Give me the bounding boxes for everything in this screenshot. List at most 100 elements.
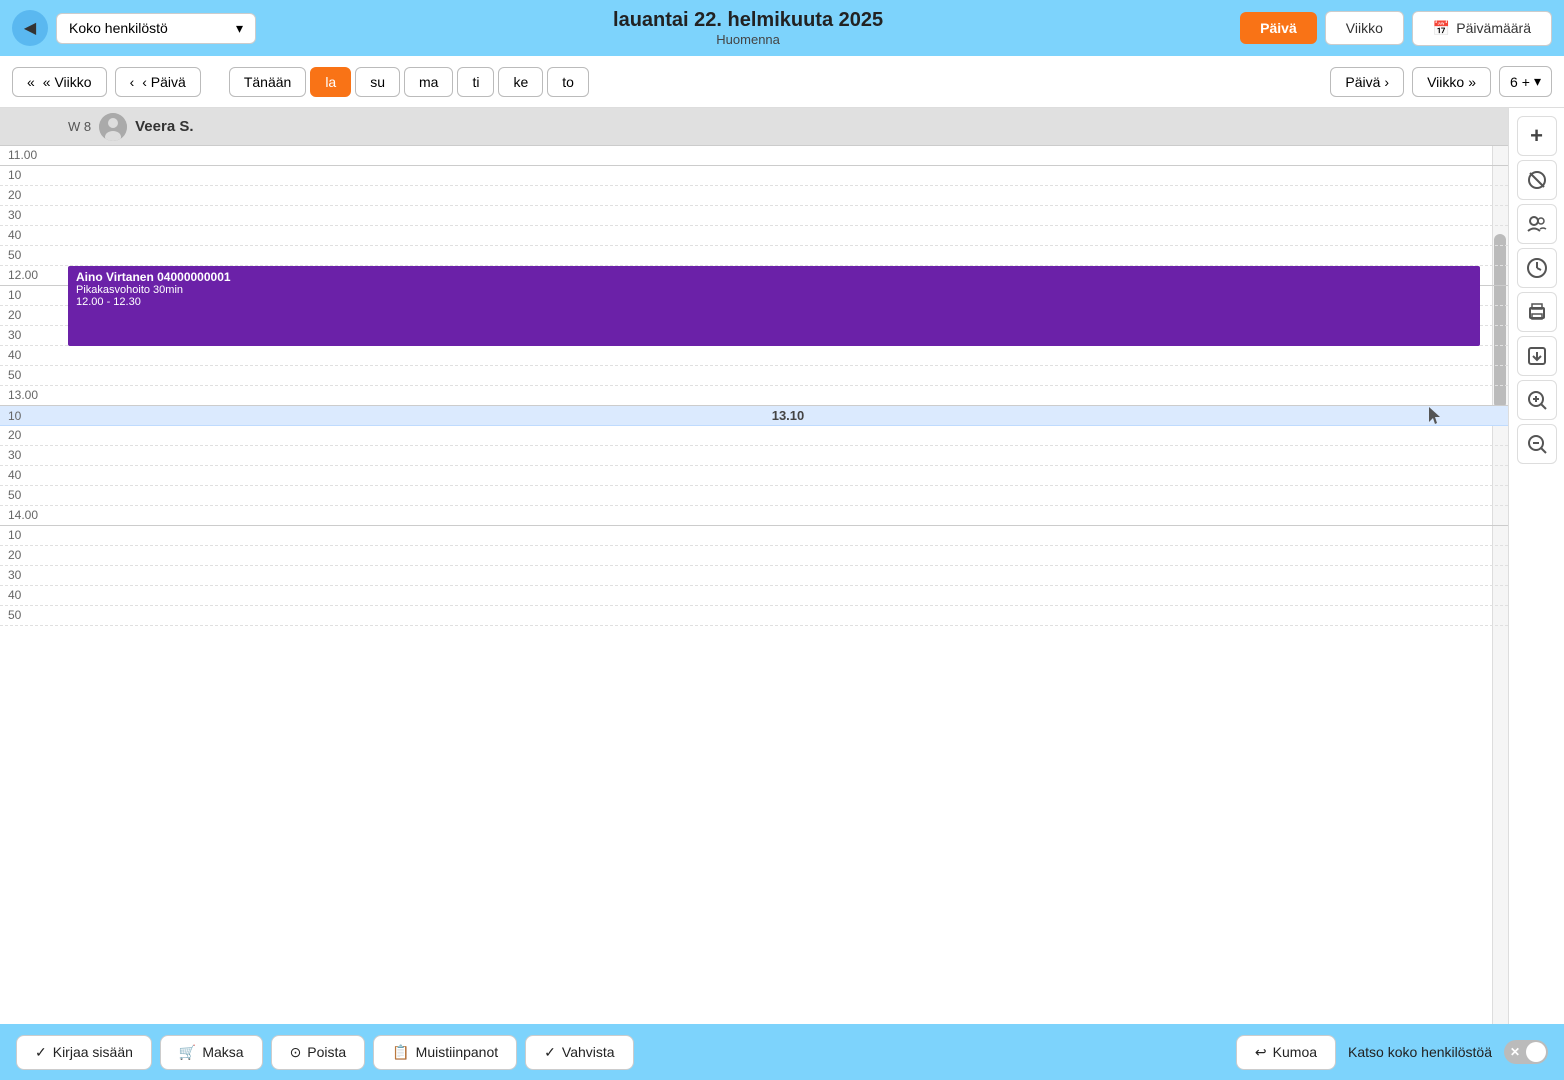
calendar-icon: 📅: [1433, 20, 1450, 37]
staff-dropdown[interactable]: Koko henkilöstö ▾: [56, 13, 256, 44]
time-cell-1440[interactable]: [68, 586, 1508, 605]
toggle-x-icon: ✕: [1510, 1045, 1520, 1059]
week-label: W 8: [68, 119, 91, 134]
time-row-1420: 20: [0, 546, 1508, 566]
time-row-1120: 20: [0, 186, 1508, 206]
double-right-icon: »: [1468, 74, 1476, 90]
person-header: Veera S.: [99, 113, 193, 141]
paiva-fwd-label: Päivä: [1345, 74, 1380, 90]
tab-tanaan[interactable]: Tänään: [229, 67, 306, 97]
appointment-name: Aino Virtanen 04000000001: [76, 270, 1472, 284]
viikko-back-button[interactable]: « « Viikko: [12, 67, 107, 97]
time-label-1130: 30: [0, 206, 68, 225]
time-label-1350: 50: [0, 486, 68, 505]
toggle-thumb: [1526, 1042, 1546, 1062]
time-cell-1410[interactable]: [68, 526, 1508, 545]
kumoa-label: Kumoa: [1273, 1044, 1317, 1060]
kumoa-button[interactable]: ↩ Kumoa: [1236, 1035, 1336, 1070]
num-dropdown-icon: ▾: [1534, 73, 1541, 90]
time-row-1250: 50: [0, 366, 1508, 386]
paivamaara-button[interactable]: 📅 Päivämäärä: [1412, 11, 1552, 46]
poista-button[interactable]: ⊙ Poista: [271, 1035, 366, 1070]
time-grid[interactable]: 11.00 10 20 30 40: [0, 146, 1508, 1024]
time-cell-1350[interactable]: [68, 486, 1508, 505]
time-cell-1110[interactable]: [68, 166, 1508, 185]
time-cell-1240[interactable]: [68, 346, 1508, 365]
time-label-1450: 50: [0, 606, 68, 625]
viikko-fwd-button[interactable]: Viikko »: [1412, 67, 1491, 97]
time-cell-1400[interactable]: [68, 506, 1508, 525]
time-row-1130: 30: [0, 206, 1508, 226]
zoom-out-button[interactable]: [1517, 424, 1557, 464]
appointment-block[interactable]: Aino Virtanen 04000000001 Pikakasvohoito…: [68, 266, 1480, 346]
time-cell-1450[interactable]: [68, 606, 1508, 625]
time-label-1440: 40: [0, 586, 68, 605]
left-icon: ‹: [130, 74, 135, 90]
time-cell-1430[interactable]: [68, 566, 1508, 585]
time-row-1320: 20: [0, 426, 1508, 446]
right-icon: ›: [1384, 74, 1389, 90]
time-cell-1330[interactable]: [68, 446, 1508, 465]
time-cell-1320[interactable]: [68, 426, 1508, 445]
time-label-1240: 40: [0, 346, 68, 365]
viikko-button[interactable]: Viikko: [1325, 11, 1404, 45]
cart-icon: 🛒: [179, 1044, 196, 1061]
zoom-in-button[interactable]: [1517, 380, 1557, 420]
time-cell-1340[interactable]: [68, 466, 1508, 485]
time-label-1140: 40: [0, 226, 68, 245]
tab-to[interactable]: to: [547, 67, 589, 97]
undo-icon: ↩: [1255, 1044, 1267, 1061]
time-cell-1130[interactable]: [68, 206, 1508, 225]
time-cell-1420[interactable]: [68, 546, 1508, 565]
tab-ke[interactable]: ke: [498, 67, 543, 97]
time-row-1240: 40: [0, 346, 1508, 366]
time-cell-1150[interactable]: [68, 246, 1508, 265]
main-area: W 8 Veera S.: [0, 108, 1564, 1024]
time-row-1300: 13.00: [0, 386, 1508, 406]
time-row-1410: 10: [0, 526, 1508, 546]
week-header: W 8 Veera S.: [0, 108, 1508, 146]
back-button[interactable]: ◀: [12, 10, 48, 46]
num-button[interactable]: 6 + ▾: [1499, 66, 1552, 97]
trash-icon: ⊙: [290, 1044, 302, 1061]
paiva-back-button[interactable]: ‹ ‹ Päivä: [115, 67, 201, 97]
tab-su[interactable]: su: [355, 67, 400, 97]
time-cell-1250[interactable]: [68, 366, 1508, 385]
time-label-1340: 40: [0, 466, 68, 485]
paivamaara-label: Päivämäärä: [1456, 20, 1531, 36]
kirjaa-button[interactable]: ✓ Kirjaa sisään: [16, 1035, 152, 1070]
time-row-1330: 30: [0, 446, 1508, 466]
note-icon: 📋: [392, 1044, 409, 1061]
time-label-1330: 30: [0, 446, 68, 465]
hide-button[interactable]: [1517, 160, 1557, 200]
muistiinpanot-button[interactable]: 📋 Muistiinpanot: [373, 1035, 517, 1070]
time-cell-1120[interactable]: [68, 186, 1508, 205]
toggle-switch[interactable]: ✕: [1504, 1040, 1548, 1064]
paiva-button[interactable]: Päivä: [1240, 12, 1317, 44]
group-button[interactable]: [1517, 204, 1557, 244]
chevron-down-icon: ▾: [236, 20, 243, 37]
vahvista-button[interactable]: ✓ Vahvista: [525, 1035, 633, 1070]
time-cell-1300[interactable]: [68, 386, 1508, 405]
add-button[interactable]: +: [1517, 116, 1557, 156]
time-label-1100: 11.00: [0, 146, 68, 165]
time-row-1100: 11.00: [0, 146, 1508, 166]
maksa-button[interactable]: 🛒 Maksa: [160, 1035, 263, 1070]
print-button[interactable]: [1517, 292, 1557, 332]
top-header: ◀ Koko henkilöstö ▾ lauantai 22. helmiku…: [0, 0, 1564, 56]
paiva-fwd-button[interactable]: Päivä ›: [1330, 67, 1404, 97]
tab-ti[interactable]: ti: [457, 67, 494, 97]
bottom-right: ↩ Kumoa Katso koko henkilöstöä ✕: [1236, 1035, 1548, 1070]
clock-button[interactable]: [1517, 248, 1557, 288]
viikko-fwd-label: Viikko: [1427, 74, 1464, 90]
time-label-1200: 12.00: [0, 266, 68, 285]
kirjaa-label: Kirjaa sisään: [53, 1044, 133, 1060]
time-label-1400: 14.00: [0, 506, 68, 525]
time-label-1430: 30: [0, 566, 68, 585]
header-center: lauantai 22. helmikuuta 2025 Huomenna: [264, 9, 1232, 47]
time-cell-1140[interactable]: [68, 226, 1508, 245]
tab-la[interactable]: la: [310, 67, 351, 97]
tab-ma[interactable]: ma: [404, 67, 453, 97]
time-cell-1100[interactable]: [68, 146, 1508, 165]
export-button[interactable]: [1517, 336, 1557, 376]
